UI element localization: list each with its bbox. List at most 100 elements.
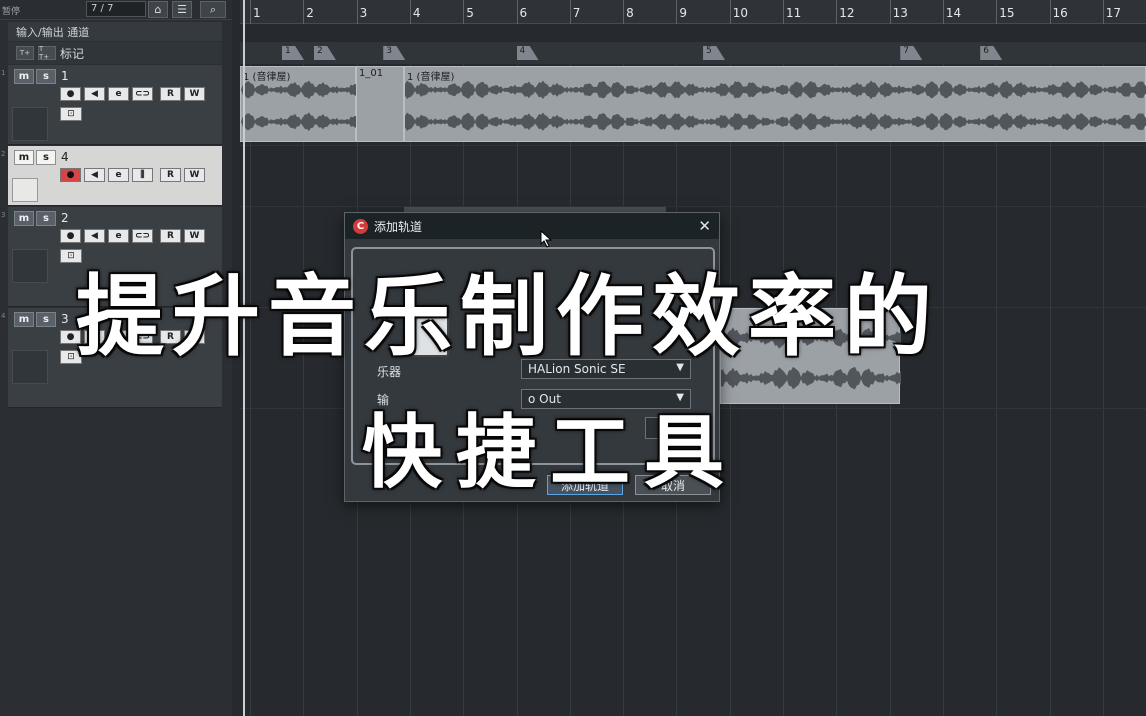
cubase-logo-icon: C [353, 218, 368, 234]
overlay-title-line-1: 提升音乐制作效率的 [76, 265, 941, 368]
marker-4[interactable]: 4 [516, 46, 539, 60]
io-channel-row[interactable]: 输入/输出 通道 [8, 22, 222, 41]
instrument-icon[interactable]: ⫼ [132, 168, 153, 182]
audio-event[interactable]: 1 (音律屋) [404, 66, 1146, 142]
mute-button[interactable]: m [14, 312, 34, 327]
bar-number: 17 [1105, 6, 1122, 20]
read-automation-button[interactable]: R [160, 87, 181, 101]
bar-tick [942, 0, 944, 24]
track-name[interactable]: 4 [61, 150, 69, 164]
solo-button[interactable]: s [36, 150, 56, 165]
bar-tick [623, 0, 625, 24]
track-thumbnail [12, 249, 48, 283]
edit-channel-icon[interactable]: e [108, 168, 129, 182]
bar-tick [569, 0, 571, 24]
bar-tick [676, 0, 678, 24]
timeline-ruler[interactable]: 1 2 3 4 5 6 7 8 9 10 11 12 13 14 15 16 17 [240, 0, 1146, 24]
track-thumbnail [12, 178, 38, 202]
dialog-title: 添加轨道 [374, 219, 423, 234]
edit-channel-icon[interactable]: e [108, 229, 129, 243]
bar-tick [729, 0, 731, 24]
read-automation-button[interactable]: R [160, 229, 181, 243]
audio-event[interactable]: 1 (音律屋) [240, 66, 357, 142]
close-icon[interactable]: ✕ [698, 217, 711, 235]
bar-number: 11 [786, 6, 802, 20]
lock-icon[interactable]: ⊡ [60, 107, 82, 121]
mute-button[interactable]: m [14, 69, 34, 84]
marker-6[interactable]: 6 [980, 46, 1003, 60]
mute-button[interactable]: m [14, 211, 34, 226]
marker-lane[interactable]: 12 3 4 5 7 6 [240, 42, 1146, 64]
bar-number: 1 [253, 6, 261, 20]
visibility-icon[interactable]: ⌂ [148, 1, 168, 18]
marker-2[interactable]: 2 [313, 46, 336, 60]
audio-event[interactable]: 1_01 [356, 66, 404, 142]
track-name[interactable]: 2 [61, 211, 69, 225]
marker-3[interactable]: 3 [383, 46, 406, 60]
marker-7[interactable]: 7 [900, 46, 923, 60]
track-name[interactable]: 3 [61, 312, 69, 326]
track-header-4[interactable]: 2 m s 4 ● ◀ e ⫼ R W [1, 146, 222, 206]
write-automation-button[interactable]: W [184, 229, 205, 243]
solo-button[interactable]: s [36, 312, 56, 327]
waveform [241, 80, 357, 131]
track-thumbnail [12, 350, 48, 384]
bar-tick [516, 0, 518, 24]
track-header-1[interactable]: 1 m s 1 ● ◀ e ⊂⊃ R W ⊡ [1, 65, 222, 145]
bar-tick [356, 0, 358, 24]
solo-button[interactable]: s [36, 69, 56, 84]
bar-tick [409, 0, 411, 24]
event-label: 1_01 [359, 68, 384, 79]
bar-number: 2 [306, 6, 314, 20]
bar-tick [783, 0, 784, 24]
bar-tick [303, 0, 305, 24]
write-automation-button[interactable]: W [184, 168, 205, 182]
bar-tick [463, 0, 465, 24]
transport-status: 暂停 [2, 7, 21, 17]
solo-button[interactable]: s [36, 211, 56, 226]
marker-track-header[interactable]: T+ T T+ 标记 [8, 42, 222, 64]
track-thumbnail [12, 107, 48, 141]
track-index: 3 [1, 211, 6, 219]
dialog-titlebar[interactable]: C 添加轨道 ✕ [345, 213, 719, 239]
track-index: 2 [1, 150, 6, 158]
mute-button[interactable]: m [14, 150, 34, 165]
bar-tick [889, 0, 891, 24]
track-index: 4 [1, 312, 6, 320]
bar-gridline [996, 64, 998, 716]
bar-gridline [303, 64, 305, 716]
bar-number: 9 [679, 6, 688, 20]
bar-number: 13 [892, 6, 908, 20]
bar-number: 4 [412, 6, 421, 20]
link-icon[interactable]: ⊂⊃ [132, 229, 153, 243]
bar-tick [250, 0, 251, 24]
monitor-icon[interactable]: ◀ [84, 168, 105, 182]
bar-gridline [250, 64, 251, 716]
record-enable-icon[interactable]: ● [60, 229, 81, 243]
record-enable-icon[interactable]: ● [60, 168, 81, 182]
overlay-title-line-2: 快捷工具 [362, 406, 738, 499]
bar-gridline [1102, 64, 1104, 716]
monitor-icon[interactable]: ◀ [84, 229, 105, 243]
bar-number: 12 [839, 6, 855, 20]
list-icon[interactable]: ☰ [172, 1, 192, 18]
bar-number: 6 [519, 6, 528, 20]
marker-5[interactable]: 5 [703, 46, 726, 60]
bar-tick [1049, 0, 1051, 24]
link-icon[interactable]: ⊂⊃ [132, 87, 153, 101]
marker-1[interactable]: 1 [281, 46, 304, 60]
write-automation-button[interactable]: W [184, 87, 205, 101]
bar-number: 16 [1052, 6, 1068, 20]
track-list-toolbar: 暂停 7 / 7 ⌂ ☰ ⌕ [0, 0, 232, 20]
track-count-field[interactable]: 7 / 7 [86, 1, 146, 17]
monitor-icon[interactable]: ◀ [84, 87, 105, 101]
bar-number: 15 [999, 6, 1015, 20]
search-icon[interactable]: ⌕ [200, 1, 226, 18]
marker-track-label: 标记 [60, 46, 85, 61]
edit-channel-icon[interactable]: e [108, 87, 129, 101]
record-enable-icon[interactable]: ● [60, 87, 81, 101]
read-automation-button[interactable]: R [160, 168, 181, 182]
add-cycle-marker-button[interactable]: T T+ [38, 45, 56, 61]
track-name[interactable]: 1 [61, 69, 69, 83]
add-marker-button[interactable]: T+ [16, 46, 34, 60]
